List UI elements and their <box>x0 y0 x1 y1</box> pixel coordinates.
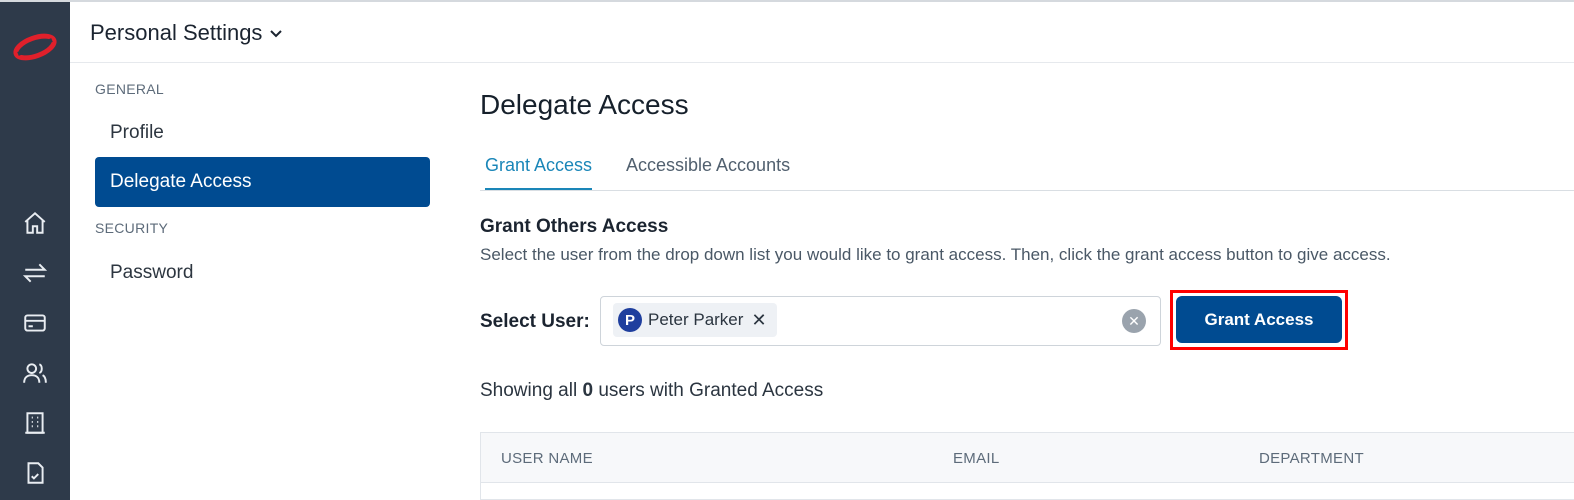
column-header-user-name[interactable]: USER NAME <box>501 450 593 467</box>
building-icon[interactable] <box>22 410 48 436</box>
showing-count: 0 <box>582 380 594 401</box>
clear-selection-icon[interactable]: ✕ <box>1122 309 1146 333</box>
tab-accessible-accounts[interactable]: Accessible Accounts <box>626 155 790 188</box>
home-icon[interactable] <box>22 210 48 236</box>
select-user-label: Select User: <box>480 311 590 332</box>
tab-grant-access[interactable]: Grant Access <box>485 155 593 190</box>
section-description: Select the user from the drop down list … <box>480 245 1391 264</box>
remove-chip-icon[interactable]: ✕ <box>751 311 766 329</box>
settings-menu-toggle[interactable]: Personal Settings <box>90 20 284 46</box>
main-content: Delegate Access Grant Access Accessible … <box>480 63 1574 500</box>
brand-logo-icon[interactable] <box>12 30 58 64</box>
selected-user-chip: P Peter Parker ✕ <box>613 303 777 337</box>
results-summary: Showing all 0 users with Granted Access <box>480 380 823 402</box>
receipt-icon[interactable] <box>22 460 48 486</box>
header-title: Personal Settings <box>90 20 263 45</box>
sidebar-item-profile[interactable]: Profile <box>95 108 430 158</box>
user-select-input[interactable]: P Peter Parker ✕ ✕ <box>600 296 1161 346</box>
app-rail <box>0 2 70 500</box>
section-label-security: SECURITY <box>95 220 169 236</box>
sidebar-item-password[interactable]: Password <box>95 248 430 298</box>
page-title: Delegate Access <box>480 89 689 120</box>
table-header: USER NAME EMAIL DEPARTMENT <box>481 433 1574 483</box>
grant-access-button[interactable]: Grant Access <box>1176 296 1342 343</box>
users-icon[interactable] <box>22 360 48 386</box>
transfer-icon[interactable] <box>22 260 48 286</box>
settings-sidebar: GENERAL Profile Delegate Access SECURITY… <box>70 63 450 500</box>
page-header: Personal Settings <box>70 2 1574 63</box>
column-header-email[interactable]: EMAIL <box>953 450 1000 467</box>
chevron-down-icon <box>270 30 283 38</box>
section-label-general: GENERAL <box>95 81 165 97</box>
sidebar-item-delegate-access[interactable]: Delegate Access <box>95 157 430 207</box>
avatar: P <box>618 308 642 332</box>
granted-users-table: USER NAME EMAIL DEPARTMENT <box>480 432 1574 500</box>
card-icon[interactable] <box>22 310 48 336</box>
tab-bar: Grant Access Accessible Accounts <box>480 151 1574 191</box>
showing-prefix: Showing all <box>480 380 578 401</box>
selected-user-name: Peter Parker <box>648 310 744 329</box>
column-header-department[interactable]: DEPARTMENT <box>1259 450 1364 467</box>
showing-suffix: users with Granted Access <box>598 380 824 401</box>
section-title: Grant Others Access <box>480 216 669 237</box>
